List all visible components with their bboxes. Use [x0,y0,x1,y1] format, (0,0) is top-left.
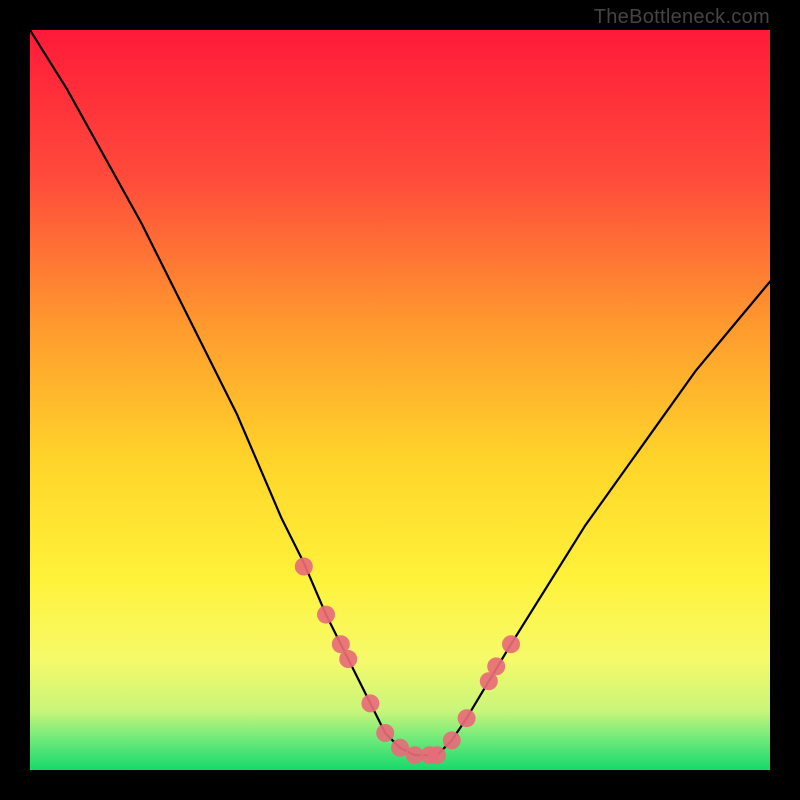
chart-container: TheBottleneck.com [0,0,800,800]
gradient-background [30,30,770,770]
highlight-marker [428,746,446,764]
highlight-marker [487,657,505,675]
highlight-marker [458,709,476,727]
plot-area [30,30,770,770]
highlight-marker [317,606,335,624]
highlight-marker [376,724,394,742]
watermark-text: TheBottleneck.com [594,6,770,29]
chart-svg [30,30,770,770]
highlight-marker [339,650,357,668]
highlight-marker [502,635,520,653]
highlight-marker [443,731,461,749]
highlight-marker [361,694,379,712]
highlight-marker [295,558,313,576]
